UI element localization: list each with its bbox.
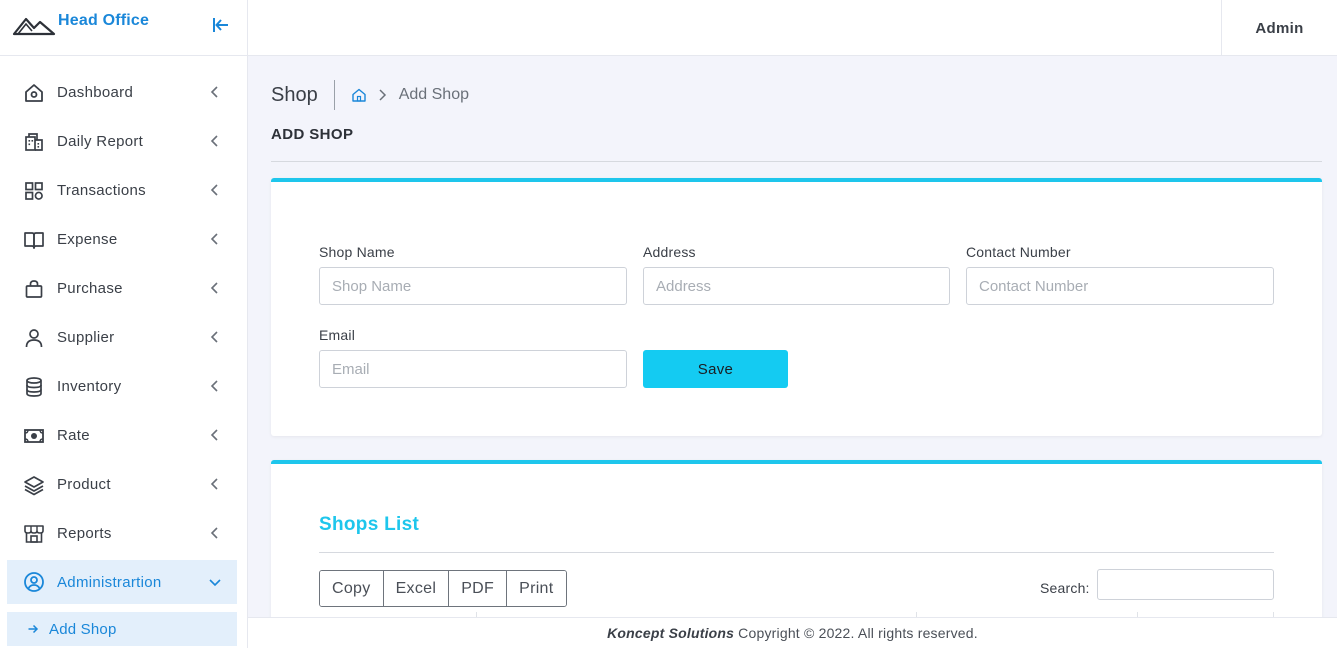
sidebar-item-label: Transactions (57, 182, 146, 199)
chevron-left-icon (210, 527, 218, 539)
store-icon (24, 524, 44, 543)
chevron-left-icon (210, 478, 218, 490)
user-circle-icon (24, 572, 44, 592)
building-icon (25, 132, 43, 151)
shop-name-label: Shop Name (319, 244, 395, 260)
sidebar-menu: Dashboard Daily Report Transactions Expe… (0, 68, 248, 604)
sidebar-item-label: Reports (57, 525, 112, 542)
divider (319, 552, 1274, 553)
sidebar-item-transactions[interactable]: Transactions (0, 166, 248, 215)
sidebar-subitem-add-shop[interactable]: Add Shop (7, 612, 237, 646)
chevron-left-icon (210, 86, 218, 98)
copy-button[interactable]: Copy (320, 571, 384, 606)
sidebar-item-inventory[interactable]: Inventory (0, 362, 248, 411)
export-button-group: Copy Excel PDF Print (319, 570, 567, 607)
shopping-bag-icon (25, 279, 43, 298)
search-input[interactable] (1097, 569, 1274, 600)
chevron-left-icon (210, 233, 218, 245)
sidebar-item-daily-report[interactable]: Daily Report (0, 117, 248, 166)
sidebar-item-label: Supplier (57, 329, 115, 346)
sidebar-item-label: Product (57, 476, 111, 493)
sidebar-item-rate[interactable]: Rate (0, 411, 248, 460)
sidebar-item-supplier[interactable]: Supplier (0, 313, 248, 362)
breadcrumb-current: Add Shop (398, 86, 469, 103)
sidebar-item-label: Rate (57, 427, 90, 444)
sidebar-item-label: Purchase (57, 280, 123, 297)
sidebar-item-dashboard[interactable]: Dashboard (0, 68, 248, 117)
footer-company: Koncept Solutions (607, 625, 735, 641)
sidebar-item-label: Inventory (57, 378, 122, 395)
sidebar: Head Office Dashboard Daily Report Trans… (0, 0, 248, 648)
brand-header: Head Office (0, 0, 247, 56)
chevron-left-icon (210, 135, 218, 147)
chevron-right-icon (379, 89, 386, 101)
section-heading: ADD SHOP (271, 126, 354, 143)
chevron-down-icon (209, 579, 221, 587)
chevron-left-icon (210, 331, 218, 343)
address-label: Address (643, 244, 696, 260)
home-icon (25, 83, 43, 102)
footer: Koncept Solutions Copyright © 2022. All … (248, 617, 1337, 648)
database-icon (26, 376, 42, 397)
sidebar-item-purchase[interactable]: Purchase (0, 264, 248, 313)
book-icon (24, 231, 44, 249)
sidebar-item-label: Expense (57, 231, 118, 248)
contact-number-input[interactable] (966, 267, 1274, 305)
shop-name-input[interactable] (319, 267, 627, 305)
sidebar-item-label: Dashboard (57, 84, 134, 101)
money-icon (24, 428, 44, 443)
collapse-sidebar-icon[interactable] (210, 14, 232, 36)
search-label: Search: (1040, 580, 1090, 596)
grid-icon (25, 181, 43, 200)
sidebar-item-expense[interactable]: Expense (0, 215, 248, 264)
chevron-left-icon (210, 184, 218, 196)
sidebar-item-product[interactable]: Product (0, 460, 248, 509)
sidebar-item-label: Administrartion (57, 573, 162, 591)
mountain-logo-icon (12, 17, 56, 36)
footer-copyright: Copyright © 2022. All rights reserved. (738, 625, 978, 641)
pdf-button[interactable]: PDF (449, 571, 508, 606)
brand-title[interactable]: Head Office (58, 12, 149, 30)
email-label: Email (319, 327, 356, 343)
sidebar-subitem-label: Add Shop (49, 620, 117, 638)
arrow-right-icon (28, 624, 39, 634)
layers-icon (24, 475, 44, 495)
excel-button[interactable]: Excel (383, 571, 450, 606)
divider (271, 161, 1322, 162)
user-menu[interactable]: Admin (1221, 0, 1337, 56)
page-header: Shop Add Shop (271, 80, 469, 110)
topbar: Admin (248, 0, 1337, 56)
user-icon (25, 328, 43, 347)
sidebar-item-administration[interactable]: Administrartion (7, 560, 237, 604)
save-button[interactable]: Save (643, 350, 788, 388)
sidebar-item-reports[interactable]: Reports (0, 509, 248, 558)
address-input[interactable] (643, 267, 950, 305)
add-shop-card: Shop Name Address Contact Number Email S… (271, 178, 1322, 436)
email-input[interactable] (319, 350, 627, 388)
sidebar-item-label: Daily Report (57, 133, 144, 150)
page-title: Shop (271, 80, 335, 110)
chevron-left-icon (210, 380, 218, 392)
home-breadcrumb-icon[interactable] (351, 87, 367, 103)
chevron-left-icon (210, 282, 218, 294)
print-button[interactable]: Print (507, 571, 566, 606)
chevron-left-icon (210, 429, 218, 441)
contact-number-label: Contact Number (966, 244, 1071, 260)
shops-list-title: Shops List (319, 514, 420, 535)
